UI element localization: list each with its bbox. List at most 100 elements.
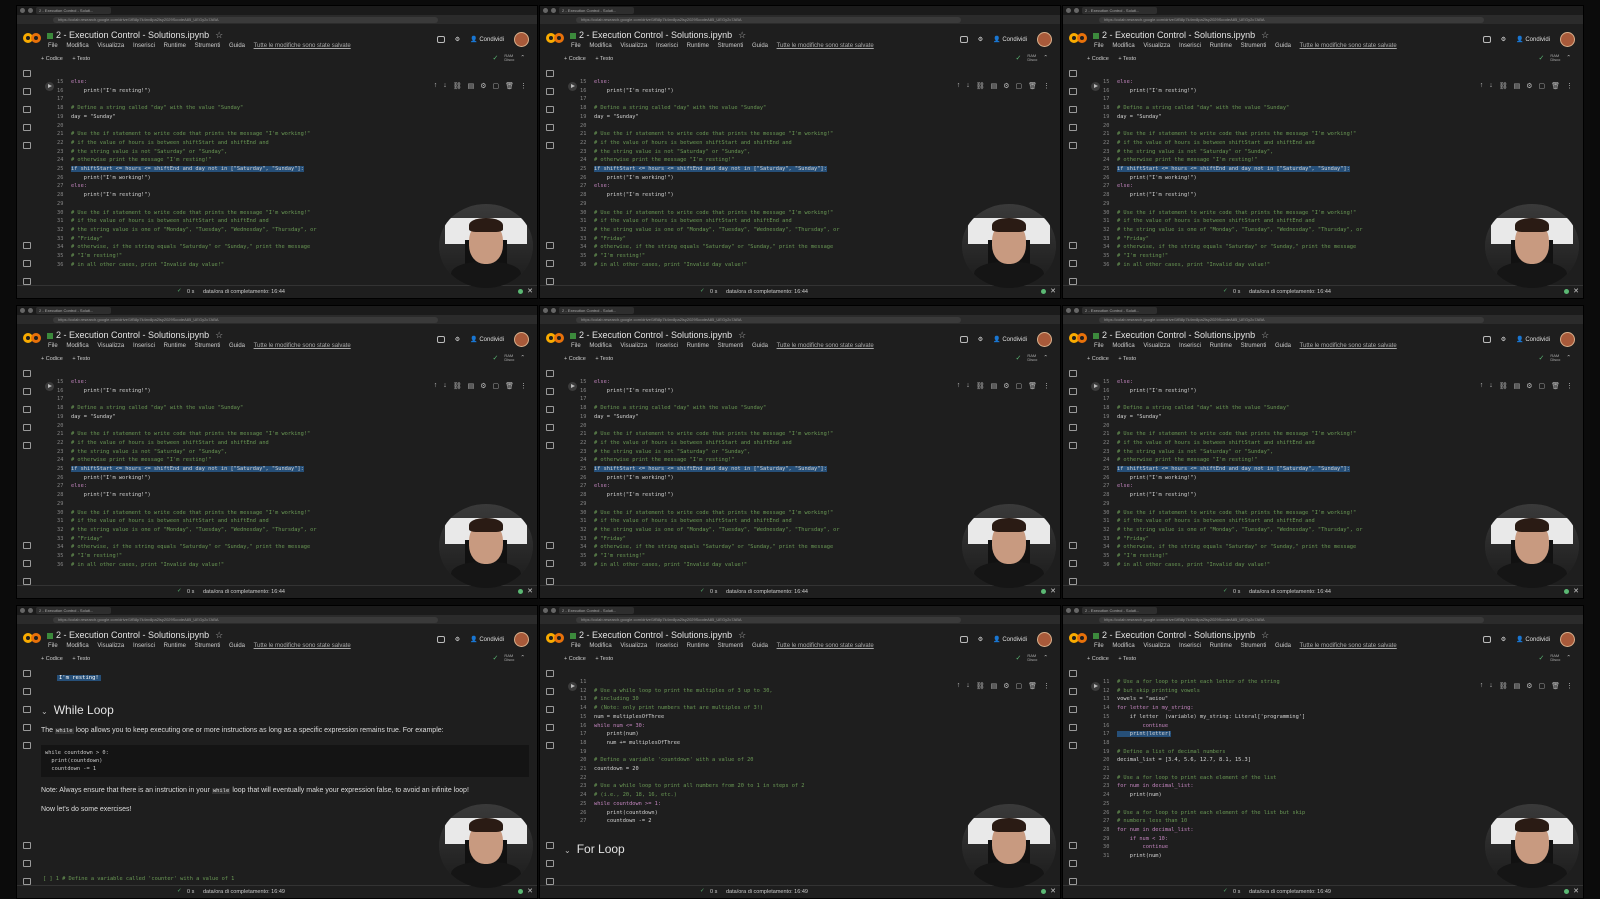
- mirror-cell-icon[interactable]: ▢: [1015, 82, 1022, 90]
- code-line[interactable]: 22 # if the value of hours is between shi…: [580, 139, 1004, 148]
- address-bar[interactable]: https://colab.research.google.com/drive/…: [540, 615, 1060, 624]
- resource-monitor[interactable]: RAM Disco: [1027, 354, 1037, 362]
- share-button[interactable]: 👤 Condividi: [993, 336, 1027, 343]
- close-icon[interactable]: ✕: [1573, 287, 1579, 295]
- share-button[interactable]: 👤 Condividi: [993, 36, 1027, 43]
- menu-inserisci[interactable]: Inserisci: [1179, 343, 1201, 349]
- variables-icon[interactable]: [1069, 106, 1077, 113]
- close-icon[interactable]: ✕: [1050, 887, 1056, 895]
- code-line[interactable]: 23 # the string value is not "Saturday" o…: [57, 448, 481, 457]
- saved-status-link[interactable]: Tutte le modifiche sono state salvate: [254, 343, 351, 349]
- code-line[interactable]: 14 # (Note: only print numbers that are m…: [580, 704, 1004, 713]
- resource-monitor[interactable]: RAM Disco: [1027, 654, 1037, 662]
- for-loop-heading[interactable]: ⌄ For Loop: [564, 842, 625, 856]
- code-line[interactable]: 32 # the string value is one of "Monday",…: [57, 226, 481, 235]
- code-line[interactable]: 21 # Use the if statement to write code t…: [580, 130, 1004, 139]
- secrets-key-icon[interactable]: [1069, 724, 1077, 731]
- code-line[interactable]: 25: [1103, 800, 1527, 809]
- code-line[interactable]: 34 # otherwise, if the string equals "Sat…: [57, 243, 481, 252]
- run-cell-button[interactable]: [568, 382, 577, 391]
- code-line[interactable]: 35 # "I'm resting!": [57, 552, 481, 561]
- code-line[interactable]: 17: [57, 95, 481, 104]
- code-editor[interactable]: 15 else: 16 print("I'm resting!") 17 18 # Def…: [1103, 78, 1527, 269]
- star-icon[interactable]: ☆: [215, 30, 223, 40]
- code-line[interactable]: 22 # if the value of hours is between shi…: [1103, 139, 1527, 148]
- code-line[interactable]: 19 day = "Sunday": [1103, 413, 1527, 422]
- code-editor[interactable]: 15 else: 16 print("I'm resting!") 17 18 # Def…: [580, 78, 1004, 269]
- next-code-cell[interactable]: [ ] 1 # Define a variable called 'counte…: [43, 876, 234, 882]
- completion-time[interactable]: data/ora di completamento: 16:49: [1249, 889, 1331, 895]
- cell-settings-icon[interactable]: ⚙: [1003, 82, 1009, 90]
- star-icon[interactable]: ☆: [1261, 630, 1269, 640]
- code-line[interactable]: 28 print("I'm resting!"): [57, 191, 481, 200]
- window-dot-icon[interactable]: [1066, 608, 1071, 613]
- menu-strumenti[interactable]: Strumenti: [718, 343, 744, 349]
- saved-status-link[interactable]: Tutte le modifiche sono state salvate: [777, 343, 874, 349]
- files-folder-icon[interactable]: [23, 142, 31, 149]
- share-button[interactable]: 👤 Condividi: [1516, 336, 1550, 343]
- files-folder-icon[interactable]: [546, 442, 554, 449]
- close-icon[interactable]: ✕: [1573, 887, 1579, 895]
- delete-icon[interactable]: 🗑: [1028, 82, 1037, 90]
- cell-settings-icon[interactable]: ⚙: [1003, 382, 1009, 390]
- files-folder-icon[interactable]: [1069, 142, 1077, 149]
- close-icon[interactable]: ✕: [527, 887, 533, 895]
- chevron-down-icon[interactable]: ⌄: [41, 707, 48, 716]
- url-text[interactable]: https://colab.research.google.com/drive/…: [1099, 16, 1484, 23]
- url-text[interactable]: https://colab.research.google.com/drive/…: [1099, 316, 1484, 323]
- mirror-cell-icon[interactable]: ▢: [1538, 382, 1545, 390]
- search-icon[interactable]: [546, 388, 554, 395]
- code-line[interactable]: 35 # "I'm resting!": [580, 252, 1004, 261]
- notebook-title-text[interactable]: 2 - Execution Control - Solutions.ipynb: [56, 330, 209, 340]
- code-line[interactable]: 30 # Use the if statement to write code t…: [1103, 209, 1527, 218]
- code-line[interactable]: 15 if letter (variable) my_string: Liter…: [1103, 713, 1527, 722]
- code-line[interactable]: 23 # the string value is not "Saturday" o…: [1103, 448, 1527, 457]
- menu-inserisci[interactable]: Inserisci: [133, 43, 155, 49]
- menu-inserisci[interactable]: Inserisci: [656, 43, 678, 49]
- avatar[interactable]: [514, 32, 529, 47]
- menu-visualizza[interactable]: Visualizza: [1143, 43, 1170, 49]
- variables-icon[interactable]: [1069, 706, 1077, 713]
- completion-time[interactable]: data/ora di completamento: 16:44: [726, 589, 808, 595]
- settings-gear-icon[interactable]: ⚙: [978, 36, 983, 43]
- close-icon[interactable]: ✕: [1050, 587, 1056, 595]
- code-line[interactable]: 26 print("I'm working!"): [580, 474, 1004, 483]
- variables-icon[interactable]: [23, 406, 31, 413]
- menu-visualizza[interactable]: Visualizza: [97, 43, 124, 49]
- completion-time[interactable]: data/ora di completamento: 16:49: [203, 889, 285, 895]
- variables-icon[interactable]: [546, 406, 554, 413]
- code-line[interactable]: 34 # otherwise, if the string equals "Sat…: [1103, 543, 1527, 552]
- address-bar[interactable]: https://colab.research.google.com/drive/…: [17, 615, 537, 624]
- comment-icon[interactable]: [959, 336, 968, 343]
- cell-settings-icon[interactable]: ⚙: [480, 82, 486, 90]
- code-line[interactable]: 36 # in all other cases, print "Invalid d…: [580, 261, 1004, 270]
- code-line[interactable]: 26 print("I'm working!"): [1103, 174, 1527, 183]
- star-icon[interactable]: ☆: [738, 330, 746, 340]
- settings-gear-icon[interactable]: ⚙: [455, 636, 460, 643]
- completion-time[interactable]: data/ora di completamento: 16:44: [203, 589, 285, 595]
- code-line[interactable]: 25 if shiftStart <= hours <= shiftEnd and…: [57, 465, 481, 474]
- variables-icon[interactable]: [546, 106, 554, 113]
- close-icon[interactable]: ✕: [1050, 287, 1056, 295]
- code-line[interactable]: 31 # if the value of hours is between shi…: [1103, 217, 1527, 226]
- code-line[interactable]: 26 # Use a for loop to print each element…: [1103, 809, 1527, 818]
- search-icon[interactable]: [23, 88, 31, 95]
- code-line[interactable]: 28 print("I'm resting!"): [1103, 491, 1527, 500]
- colab-logo-icon[interactable]: [1069, 633, 1089, 644]
- code-line[interactable]: 24 # otherwise print the message "I'm res…: [580, 156, 1004, 165]
- address-bar[interactable]: https://colab.research.google.com/drive/…: [540, 315, 1060, 324]
- star-icon[interactable]: ☆: [738, 630, 746, 640]
- toc-icon[interactable]: [23, 670, 31, 677]
- search-icon[interactable]: [1069, 688, 1077, 695]
- terminal-icon[interactable]: [546, 278, 554, 285]
- more-menu-icon[interactable]: ⋮: [1566, 82, 1573, 90]
- code-line[interactable]: 22 # if the value of hours is between shi…: [1103, 439, 1527, 448]
- run-cell-button[interactable]: [568, 82, 577, 91]
- window-dot-icon[interactable]: [543, 8, 548, 13]
- menu-modifica[interactable]: Modifica: [66, 343, 88, 349]
- code-line[interactable]: 15 num = multiplesOfThree: [580, 713, 1004, 722]
- code-line[interactable]: 20 # Define a variable 'countdown' with a…: [580, 756, 1004, 765]
- window-dot-icon[interactable]: [28, 608, 33, 613]
- completion-time[interactable]: data/ora di completamento: 16:49: [726, 889, 808, 895]
- code-line[interactable]: 30 # Use the if statement to write code t…: [1103, 509, 1527, 518]
